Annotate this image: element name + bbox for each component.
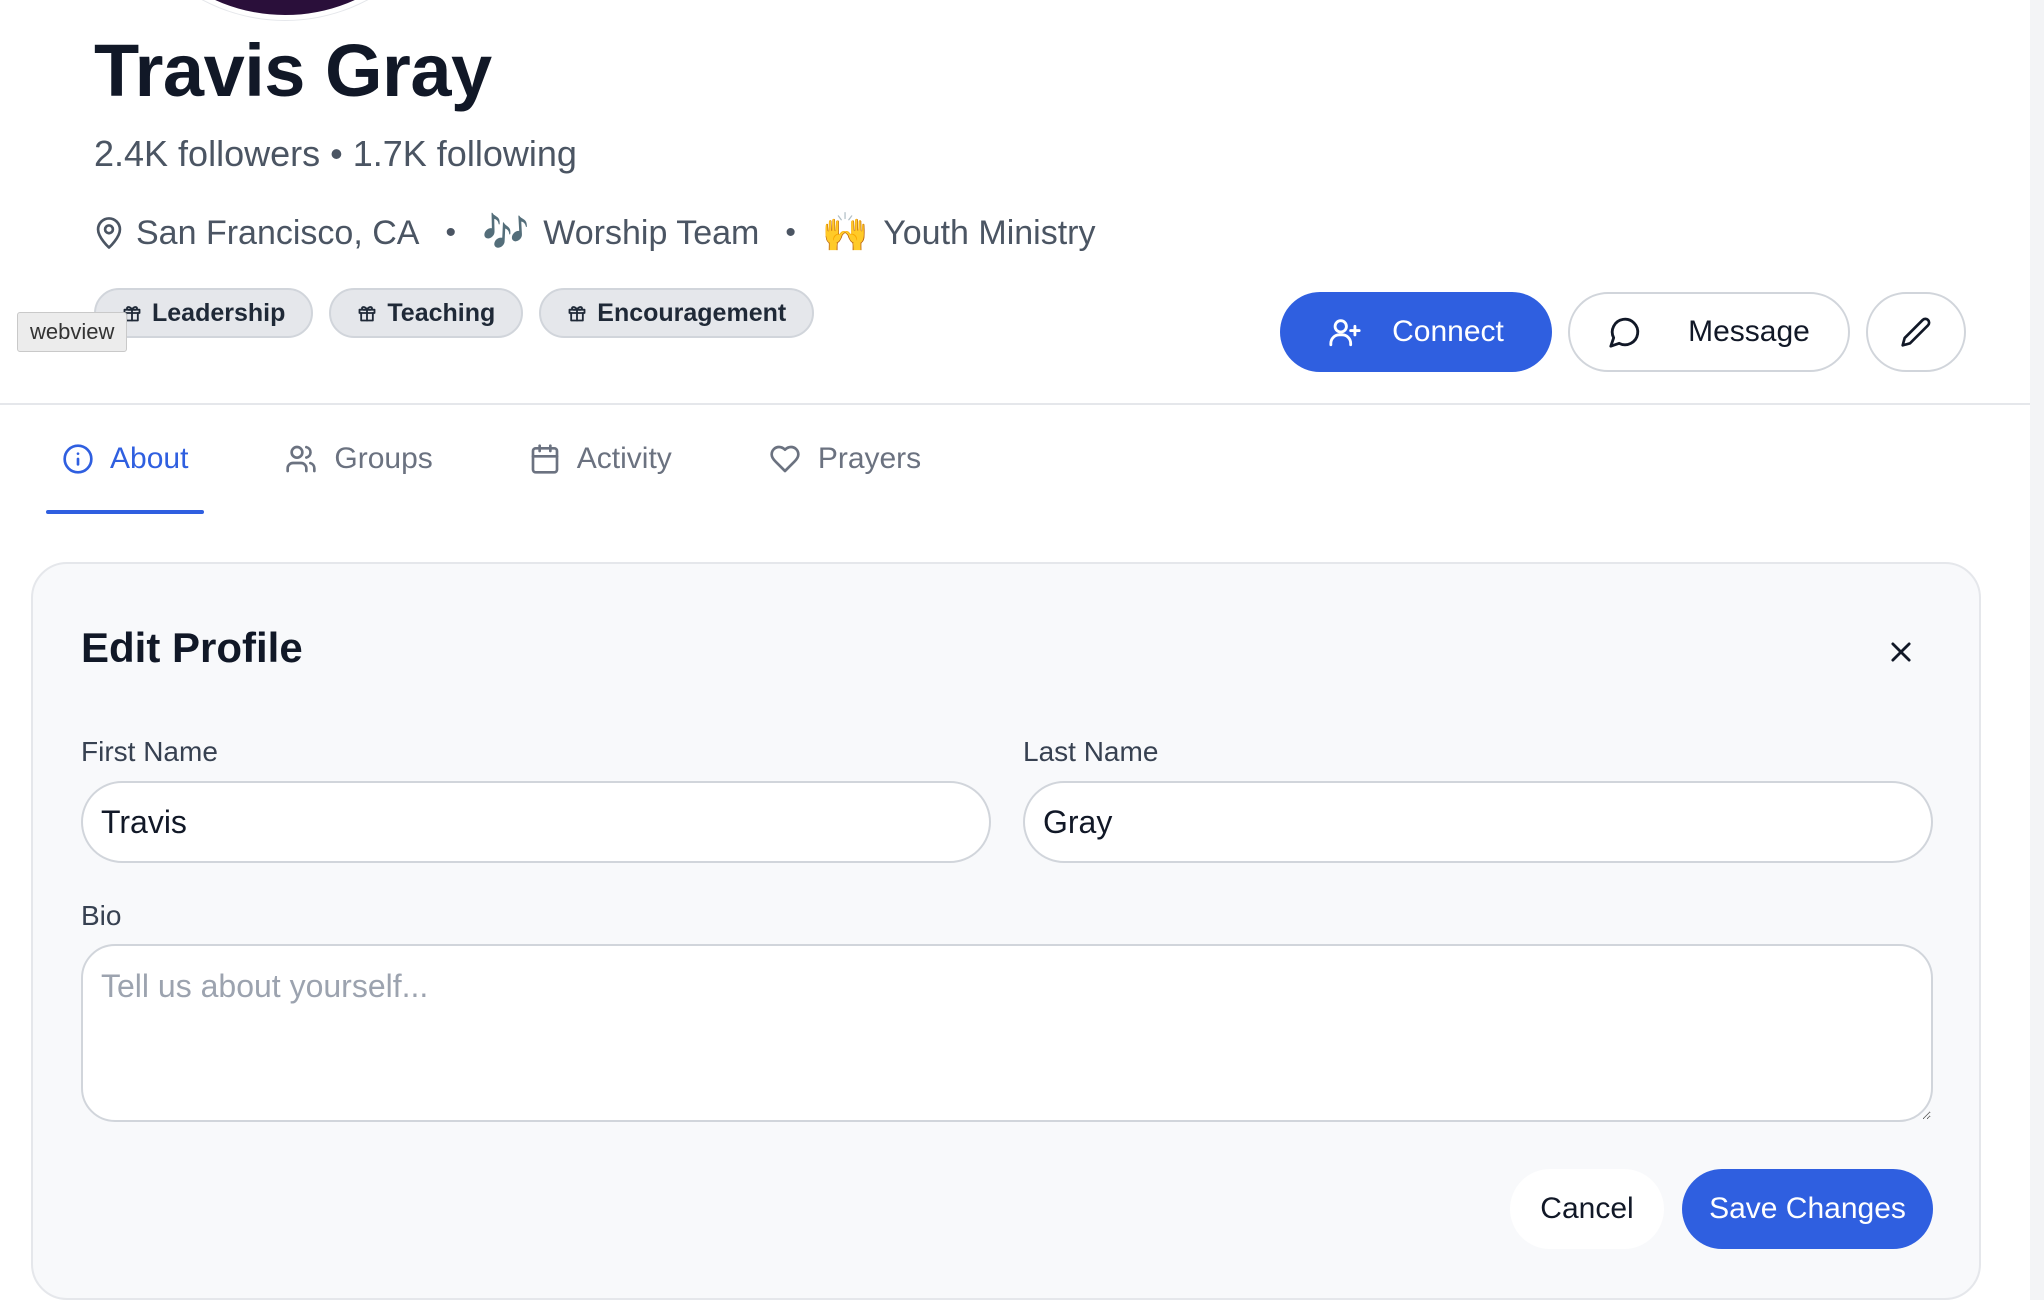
gift-chip-encouragement[interactable]: Encouragement [539,288,815,338]
meta-separator: • [445,216,456,249]
bio-textarea[interactable] [81,944,1933,1122]
cancel-button[interactable]: Cancel [1510,1169,1664,1249]
first-name-label: First Name [81,736,218,767]
tab-label: About [110,442,189,475]
followers-count[interactable]: 2.4K followers [94,133,320,174]
profile-meta: San Francisco, CA • 🎶 Worship Team • 🙌 Y… [94,210,1096,256]
heart-icon [770,445,800,473]
ministry-worship-team: Worship Team [543,213,760,252]
tab-label: Prayers [817,442,922,475]
user-plus-icon [1329,319,1361,347]
profile-name: Travis Gray [94,29,492,112]
edit-profile-title: Edit Profile [81,624,303,671]
follow-stats: 2.4K followers • 1.7K following [94,133,577,175]
connect-label: Connect [1392,315,1504,348]
pencil-icon [1901,317,1931,347]
raising-hands-icon: 🙌 [821,212,870,254]
gift-chips: Leadership Teaching Encouragement [94,288,815,338]
chip-label: Teaching [387,298,496,327]
ministry-youth: Youth Ministry [883,213,1096,252]
message-circle-icon [1609,317,1640,348]
tab-groups[interactable]: Groups [268,404,448,514]
users-icon [286,445,317,473]
message-button[interactable]: Message [1568,292,1850,372]
follow-separator: • [330,133,343,174]
tab-about[interactable]: About [46,404,205,514]
last-name-input[interactable] [1023,781,1933,863]
profile-actions: Connect Message [1280,292,1966,372]
avatar [110,0,460,20]
bio-label: Bio [81,900,122,931]
webview-tooltip: webview [17,312,128,352]
gift-icon [568,306,586,322]
gift-chip-teaching[interactable]: Teaching [329,288,524,338]
close-icon [1891,642,1911,662]
meta-separator: • [785,216,796,249]
message-label: Message [1688,315,1810,348]
following-count[interactable]: 1.7K following [353,133,577,174]
last-name-label: Last Name [1023,736,1159,767]
tab-prayers[interactable]: Prayers [752,404,937,514]
profile-tabs: About Groups Activity Prayers [46,404,1001,514]
edit-profile-button[interactable] [1866,292,1966,372]
save-changes-button[interactable]: Save Changes [1682,1169,1933,1249]
tab-label: Groups [334,442,433,475]
tab-activity[interactable]: Activity [513,404,688,514]
info-icon [63,444,93,474]
map-pin-icon [96,217,122,249]
edit-profile-card: Edit Profile First Name Last Name Bio Ca… [31,562,1981,1300]
chip-label: Leadership [152,298,286,327]
first-name-input[interactable] [81,781,991,863]
calendar-icon [531,444,559,474]
music-notes-icon: 🎶 [481,212,530,254]
scrollbar-track[interactable] [2030,0,2044,1300]
connect-button[interactable]: Connect [1280,292,1552,372]
chip-label: Encouragement [597,298,787,327]
gift-icon [358,306,376,322]
close-button[interactable] [1881,632,1921,672]
tab-label: Activity [576,442,672,475]
location-text: San Francisco, CA [136,213,420,252]
